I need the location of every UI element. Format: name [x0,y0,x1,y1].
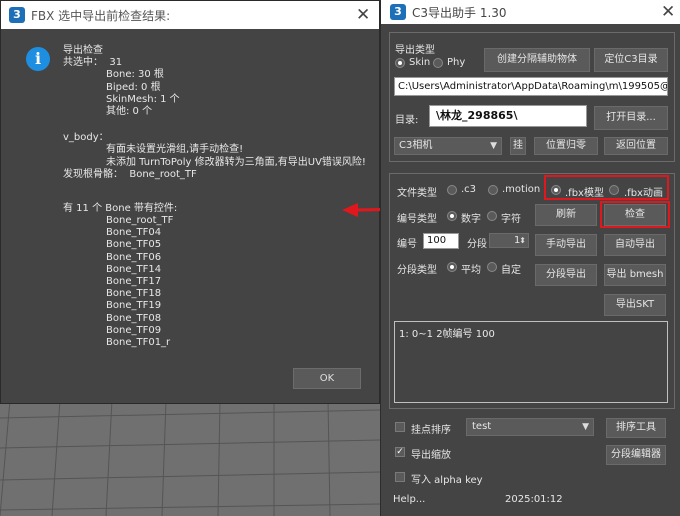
bone-list-item: Bone_TF08 [106,312,162,324]
export-type-label: 导出类型 [395,45,435,56]
report-selected: 共选中： 31 [63,57,123,69]
char-radio-label: 字符 [501,214,521,225]
check-button[interactable]: 检查 [604,204,666,226]
auto-export-button[interactable]: 自动导出 [604,234,666,256]
bone-list-item: Bone_TF09 [106,324,162,336]
report-biped: Biped: 0 根 [106,81,161,93]
export-scale-checkbox[interactable]: ✓ [395,447,405,457]
report-skinmesh: SkinMesh: 1 个 [106,93,180,105]
info-icon: i [26,47,50,71]
path-field[interactable]: C:\Users\Administrator\AppData\Roaming\m… [394,77,668,96]
c3-export-panel: 3 C3导出助手 1.30 ✕ 导出类型 Skin Phy 创建分隔辅助物体 定… [380,0,680,516]
bone-list-item: Bone_TF17 [106,276,162,287]
report-bone: Bone: 30 根 [106,69,164,81]
segment-label: 分段 [467,239,487,250]
c3-radio[interactable] [447,185,457,195]
report-other: 其他: 0 个 [106,105,153,117]
bone-list-item: Bone_TF04 [106,227,162,239]
export-skt-button[interactable]: 导出SKT [604,294,666,316]
number-label: 编号 [397,239,417,250]
bone-list-item: Bone_TF19 [106,300,162,312]
return-position-button[interactable]: 返回位置 [604,137,668,155]
fbx-anim-radio-label: .fbx动画 [624,188,663,199]
panel-title: C3导出助手 1.30 [412,6,507,20]
sort-tool-button[interactable]: 排序工具 [606,418,666,438]
bone-list-item: Bone_TF14 [106,263,162,275]
bone-list-item: Bone_TF18 [106,288,162,300]
camera-select-value: C3相机 [399,140,433,151]
sort-select[interactable]: test ▼ [466,418,594,436]
pick-sort-label: 挂点排序 [411,425,451,436]
pick-sort-checkbox[interactable] [395,422,405,432]
camera-select[interactable]: C3相机 ▼ [394,137,502,155]
segment-editor-button[interactable]: 分段编辑器 [606,445,666,465]
motion-radio-label: .motion [502,184,541,195]
fbx-model-radio-label: .fbx模型 [565,188,604,199]
export-scale-label: 导出缩放 [411,450,451,461]
phy-radio-label: Phy [447,57,466,68]
sort-select-value: test [472,421,492,432]
panel-title-bar: 3 C3导出助手 1.30 ✕ [381,0,680,24]
open-dir-button[interactable]: 打开目录... [594,106,668,130]
refresh-button[interactable]: 刷新 [535,204,597,226]
segment-export-button[interactable]: 分段导出 [535,264,597,286]
viewport-background [0,400,380,516]
segment-list-text: 1: 0~1 2帧编号 100 [399,329,495,340]
create-helper-button[interactable]: 创建分隔辅助物体 [484,48,590,72]
fbx-check-dialog: 3 FBX 选中导出前检查结果: ✕ i 导出检查 共选中： 31 Bone: … [0,0,380,404]
export-bmesh-button[interactable]: 导出 bmesh [604,264,666,286]
numbering-type-label: 编号类型 [397,214,437,225]
char-radio[interactable] [487,211,497,221]
alpha-key-label: 写入 alpha key [411,475,483,486]
check-report: 导出检查 共选中： 31 Bone: 30 根 Biped: 0 根 SkinM… [63,45,373,349]
pin-button[interactable]: 挂 [510,137,526,155]
report-object-name: v_body： [63,132,109,144]
manual-export-button[interactable]: 手动导出 [535,234,597,256]
dialog-title-bar: 3 FBX 选中导出前检查结果: ✕ [1,1,379,29]
segment-type-label: 分段类型 [397,265,437,276]
bone-list-item: Bone_TF01_r [106,336,171,348]
report-root-bone: 发现根骨骼： Bone_root_TF [63,168,197,180]
report-warning-1: 有面未设置光滑组,请手动检查! [106,144,244,156]
file-type-label: 文件类型 [397,188,437,199]
number-input[interactable]: 100 [423,233,459,249]
bone-list-item: Bone_TF05 [106,239,162,251]
locate-c3-button[interactable]: 定位C3目录 [594,48,668,72]
skin-radio-label: Skin [409,57,431,68]
digit-radio-label: 数字 [461,214,481,225]
report-heading: 导出检查 [63,45,103,56]
report-controller-title: 有 11 个 Bone 带有控件: [63,202,178,214]
segment-list-textarea[interactable]: 1: 0~1 2帧编号 100 [394,321,668,403]
fbx-anim-radio[interactable] [609,185,619,195]
dir-field[interactable]: \林龙_298865\ [429,105,587,127]
app-logo-icon: 3 [390,4,406,20]
ok-button[interactable]: OK [293,368,361,389]
dialog-title: FBX 选中导出前检查结果: [31,9,171,23]
alpha-key-checkbox[interactable] [395,472,405,482]
dir-label: 目录: [395,115,419,126]
skin-radio[interactable] [395,58,405,68]
help-link[interactable]: Help... [393,494,425,505]
report-warning-2: 未添加 TurnToPoly 修改器转为三角面,有导出UV错误风险! [106,156,366,168]
c3-radio-label: .c3 [461,184,477,195]
even-radio-label: 平均 [461,265,481,276]
panel-close-icon[interactable]: ✕ [661,2,675,22]
segment-stepper[interactable]: 1 ⬍ [489,233,529,248]
dialog-close-icon[interactable]: ✕ [356,5,370,25]
digit-radio[interactable] [447,211,457,221]
stepper-arrows-icon: ⬍ [519,236,526,245]
custom-radio[interactable] [487,262,497,272]
bone-list-item: Bone_root_TF [106,215,174,227]
chevron-down-icon: ▼ [490,141,497,151]
fbx-model-radio[interactable] [551,185,561,195]
position-reset-button[interactable]: 位置归零 [534,137,598,155]
motion-radio[interactable] [488,185,498,195]
bone-list-item: Bone_TF06 [106,251,162,263]
custom-radio-label: 自定 [501,265,521,276]
phy-radio[interactable] [433,58,443,68]
date-label: 2025:01:12 [505,494,563,505]
even-radio[interactable] [447,262,457,272]
chevron-down-icon: ▼ [582,422,589,432]
app-logo-icon: 3 [9,7,25,23]
